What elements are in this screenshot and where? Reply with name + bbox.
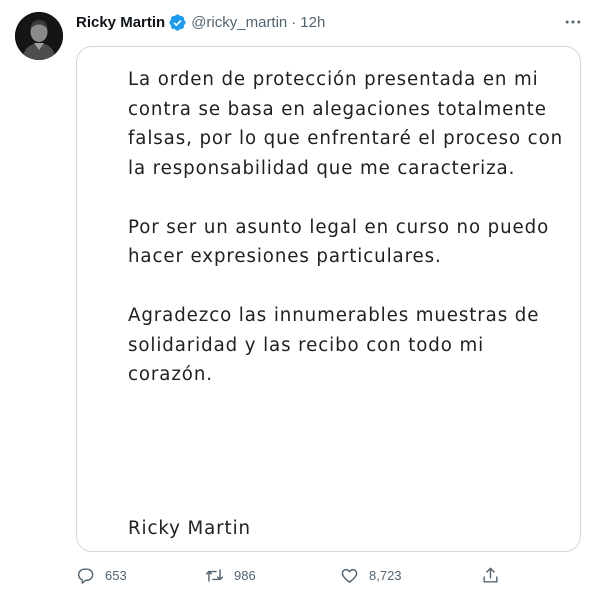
like-count: 8,723 <box>369 567 402 583</box>
reply-button[interactable]: 653 <box>76 562 127 588</box>
retweet-button[interactable]: 986 <box>205 562 256 588</box>
statement-paragraph: Por ser un asunto legal en curso no pued… <box>128 216 550 268</box>
reply-icon <box>77 567 94 584</box>
tweet-header: Ricky Martin @ricky_martin · 12h <box>76 12 325 32</box>
like-icon <box>341 568 358 583</box>
avatar[interactable] <box>15 12 63 60</box>
timestamp[interactable]: 12h <box>300 14 325 31</box>
more-horizontal-icon <box>565 20 581 24</box>
retweet-count: 986 <box>234 567 256 583</box>
statement-signature: Ricky Martin <box>128 518 251 539</box>
author-name[interactable]: Ricky Martin <box>76 14 165 31</box>
author-handle[interactable]: @ricky_martin <box>191 14 287 31</box>
tweet-actions: 653 986 8,723 <box>76 562 506 588</box>
statement-text: La orden de protección presentada en mi … <box>128 65 568 390</box>
tweet: Ricky Martin @ricky_martin · 12h La orde… <box>0 0 596 597</box>
share-button[interactable] <box>481 562 500 588</box>
more-options-button[interactable] <box>562 12 584 32</box>
reply-count: 653 <box>105 567 127 583</box>
verified-badge-icon <box>168 13 187 32</box>
statement-paragraph: Agradezco las innumerables muestras de s… <box>128 305 540 385</box>
share-icon <box>483 567 498 583</box>
statement-paragraph: La orden de protección presentada en mi … <box>128 69 564 179</box>
tweet-image[interactable]: La orden de protección presentada en mi … <box>76 46 581 552</box>
avatar-photo <box>15 12 63 60</box>
separator-dot: · <box>291 13 297 31</box>
retweet-icon <box>205 568 224 582</box>
like-button[interactable]: 8,723 <box>340 562 402 588</box>
